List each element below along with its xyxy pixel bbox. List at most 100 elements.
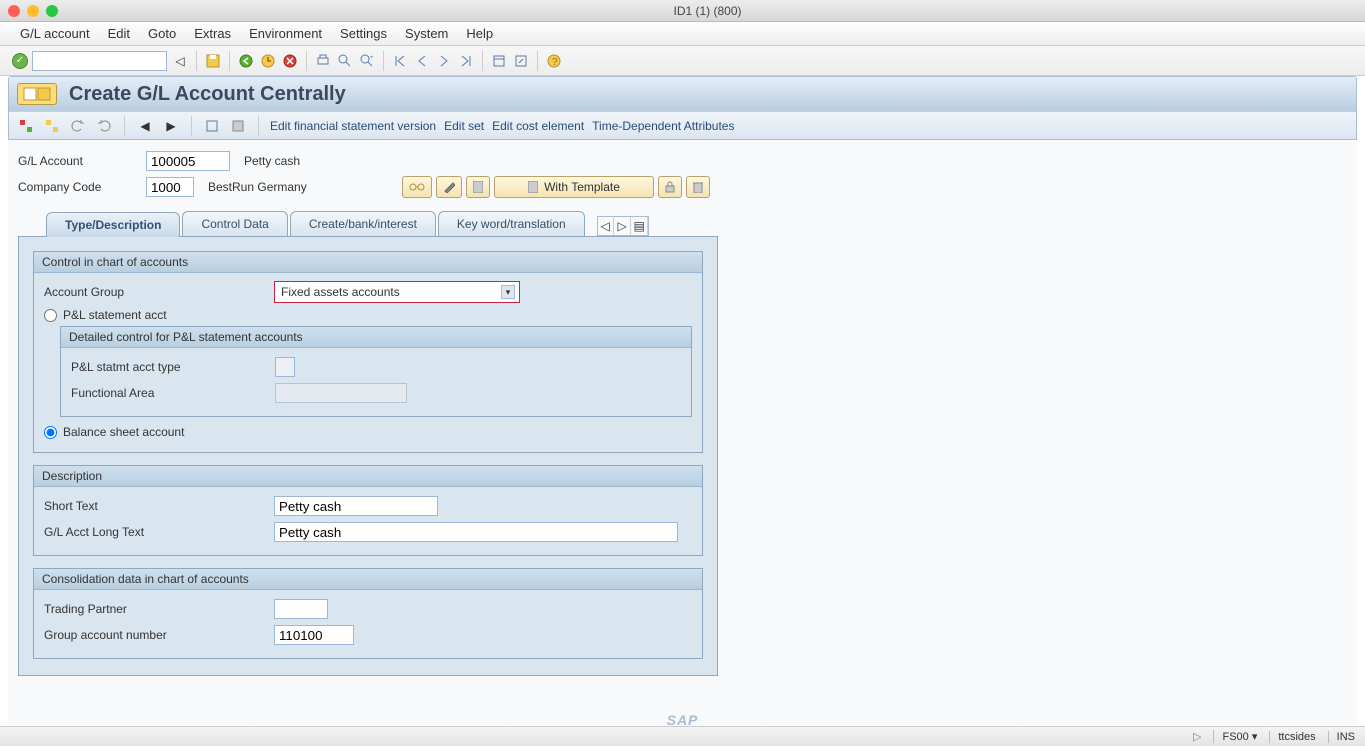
status-mode: INS [1328, 731, 1355, 743]
tab-scroll-right-icon[interactable]: ▷ [615, 217, 631, 235]
titlebar: ID1 (1) (800) [0, 0, 1365, 22]
statusbar: ▷ FS00 ▾ ttcsides INS [0, 726, 1365, 746]
last-page-icon[interactable] [457, 52, 475, 70]
short-text-input[interactable] [274, 496, 438, 516]
hierarchy2-icon[interactable] [43, 117, 61, 135]
link-edit-cost-element[interactable]: Edit cost element [492, 119, 584, 133]
with-template-label: With Template [544, 180, 620, 194]
long-text-input[interactable] [274, 522, 678, 542]
next-record-icon[interactable]: ▶ [162, 117, 180, 135]
trading-partner-label: Trading Partner [44, 602, 274, 616]
status-dropdown-icon[interactable]: ▾ [1252, 731, 1258, 743]
cancel-icon[interactable] [281, 52, 299, 70]
command-field[interactable] [32, 51, 167, 71]
menu-system[interactable]: System [405, 26, 448, 41]
first-page-icon[interactable] [391, 52, 409, 70]
pl-statement-radio[interactable] [44, 309, 57, 322]
account-group-select[interactable]: Fixed assets accounts ▾ [274, 281, 520, 303]
lock-button[interactable] [658, 176, 682, 198]
group-account-input[interactable] [274, 625, 354, 645]
company-code-label: Company Code [18, 180, 146, 194]
find-icon[interactable] [336, 52, 354, 70]
menu-help[interactable]: Help [466, 26, 493, 41]
page-title-row: Create G/L Account Centrally [9, 77, 1356, 111]
svg-text:?: ? [552, 57, 558, 68]
print-icon[interactable] [314, 52, 332, 70]
minimize-window-button[interactable] [27, 5, 39, 17]
hierarchy-icon[interactable] [17, 117, 35, 135]
gl-account-label: G/L Account [18, 154, 146, 168]
link-edit-set[interactable]: Edit set [444, 119, 484, 133]
pencil-button[interactable] [436, 176, 462, 198]
exit-icon[interactable] [259, 52, 277, 70]
next-page-icon[interactable] [435, 52, 453, 70]
menu-settings[interactable]: Settings [340, 26, 387, 41]
save-icon[interactable] [204, 52, 222, 70]
menu-gl-account[interactable]: G/L account [20, 26, 90, 41]
gl-account-input[interactable] [146, 151, 230, 171]
back-icon[interactable] [237, 52, 255, 70]
group-chart-control-title: Control in chart of accounts [34, 252, 702, 273]
display-change-icon[interactable] [203, 117, 221, 135]
menu-environment[interactable]: Environment [249, 26, 322, 41]
functional-area-label: Functional Area [71, 386, 275, 400]
transaction-icon [17, 83, 57, 105]
pl-statement-label: P&L statement acct [63, 308, 167, 322]
tab-create-bank-interest[interactable]: Create/bank/interest [290, 211, 436, 236]
chevron-down-icon: ▾ [501, 285, 515, 299]
menu-goto[interactable]: Goto [148, 26, 176, 41]
glasses-button[interactable] [402, 176, 432, 198]
undo-icon[interactable] [69, 117, 87, 135]
pl-type-input[interactable] [275, 357, 295, 377]
dropdown-icon[interactable]: ◁ [171, 52, 189, 70]
tab-keyword-translation[interactable]: Key word/translation [438, 211, 585, 236]
shortcut-icon[interactable] [512, 52, 530, 70]
application-toolbar: ◀ ▶ Edit financial statement version Edi… [9, 111, 1356, 139]
help-icon[interactable]: ? [545, 52, 563, 70]
group-consolidation: Consolidation data in chart of accounts … [33, 568, 703, 659]
window-title: ID1 (1) (800) [58, 4, 1357, 18]
page-title: Create G/L Account Centrally [69, 83, 346, 106]
status-arrow-icon[interactable]: ▷ [1193, 730, 1201, 743]
menu-extras[interactable]: Extras [194, 26, 231, 41]
new-session-icon[interactable] [490, 52, 508, 70]
short-text-label: Short Text [44, 499, 274, 513]
group-consolidation-title: Consolidation data in chart of accounts [34, 569, 702, 590]
trading-partner-input[interactable] [274, 599, 328, 619]
pl-type-label: P&L statmt acct type [71, 360, 275, 374]
tab-control-data[interactable]: Control Data [182, 211, 287, 236]
link-time-dependent[interactable]: Time-Dependent Attributes [592, 119, 734, 133]
company-code-input[interactable] [146, 177, 194, 197]
account-group-value: Fixed assets accounts [281, 285, 400, 299]
prev-page-icon[interactable] [413, 52, 431, 70]
enter-icon[interactable]: ✓ [12, 53, 28, 69]
company-code-desc: BestRun Germany [208, 180, 318, 194]
document-button[interactable] [466, 176, 490, 198]
status-tcode: FS00 [1222, 731, 1248, 743]
tab-scroll-left-icon[interactable]: ◁ [598, 217, 614, 235]
status-user: ttcsides [1269, 731, 1315, 743]
find-next-icon[interactable]: + [358, 52, 376, 70]
tab-list-icon[interactable]: ▤ [632, 217, 648, 235]
functional-area-input[interactable] [275, 383, 407, 403]
tab-type-description[interactable]: Type/Description [46, 212, 180, 237]
gl-account-desc: Petty cash [244, 154, 300, 168]
with-template-button[interactable]: With Template [494, 176, 654, 198]
menu-edit[interactable]: Edit [108, 26, 130, 41]
close-window-button[interactable] [8, 5, 20, 17]
sub-group-title: Detailed control for P&L statement accou… [61, 327, 691, 348]
balance-sheet-radio[interactable] [44, 426, 57, 439]
svg-text:+: + [370, 55, 374, 61]
redo-icon[interactable] [95, 117, 113, 135]
link-edit-fsv[interactable]: Edit financial statement version [270, 119, 436, 133]
group-chart-control: Control in chart of accounts Account Gro… [33, 251, 703, 453]
other-object-icon[interactable] [229, 117, 247, 135]
tabstrip: Type/Description Control Data Create/ban… [18, 208, 1347, 236]
balance-sheet-label: Balance sheet account [63, 425, 184, 439]
zoom-window-button[interactable] [46, 5, 58, 17]
tab-panel: Control in chart of accounts Account Gro… [18, 236, 718, 676]
account-group-label: Account Group [44, 285, 274, 299]
prev-record-icon[interactable]: ◀ [136, 117, 154, 135]
delete-button[interactable] [686, 176, 710, 198]
long-text-label: G/L Acct Long Text [44, 525, 274, 539]
